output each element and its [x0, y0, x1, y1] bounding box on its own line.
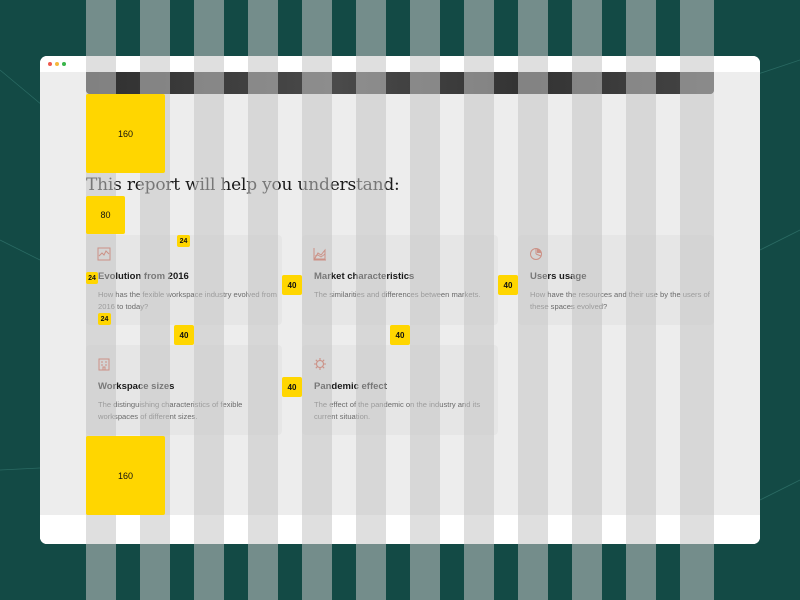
- spacing-badge-24-a: 24: [177, 235, 190, 247]
- minimize-dot-icon[interactable]: [55, 62, 59, 66]
- card-pandemic[interactable]: Pandemic effect The effect of the pandem…: [302, 345, 498, 435]
- card-title: Evolution from 2016: [98, 271, 189, 282]
- page-footer: [40, 515, 760, 544]
- card-title: Users usage: [530, 271, 587, 282]
- spacing-badge-top: 160: [86, 94, 165, 173]
- card-title: Pandemic effect: [314, 381, 387, 392]
- hero-image: [86, 72, 714, 94]
- area-chart-icon: [313, 248, 326, 261]
- spacing-badge-heading: 80: [86, 196, 125, 234]
- spacing-badge-40-row1: 40: [174, 325, 194, 345]
- card-title: Market characteristics: [314, 271, 415, 282]
- card-evolution[interactable]: Evolution from 2016 How has the fexible …: [86, 235, 282, 325]
- virus-icon: [314, 358, 326, 370]
- spacing-badge-40-row2: 40: [390, 325, 410, 345]
- close-dot-icon[interactable]: [48, 62, 52, 66]
- maximize-dot-icon[interactable]: [62, 62, 66, 66]
- card-title: Workspace sizes: [98, 381, 175, 392]
- spacing-badge-40-col3: 40: [282, 377, 302, 397]
- spacing-badge-bottom: 160: [86, 436, 165, 515]
- card-description: How has the fexible workspace industry e…: [98, 290, 277, 311]
- window-titlebar: [40, 56, 760, 72]
- card-market[interactable]: Market characteristics The similarities …: [302, 235, 498, 325]
- spacing-badge-40-col1: 40: [282, 275, 302, 295]
- card-description: How have the resources and their use by …: [530, 290, 710, 311]
- spacing-badge-24-b: 24: [86, 272, 98, 284]
- card-description: The similarities and differences between…: [314, 290, 481, 299]
- pie-chart-icon: [530, 248, 542, 260]
- card-users[interactable]: Users usage How have the resources and t…: [518, 235, 714, 325]
- report-heading: This report will help you understand:: [86, 175, 400, 195]
- card-description: The effect of the pandemic on the indust…: [314, 400, 481, 421]
- card-description: The distinguishing characteristics of fe…: [98, 400, 243, 421]
- card-workspace-sizes[interactable]: Workspace sizes The distinguishing chara…: [86, 345, 282, 435]
- line-chart-icon: [97, 247, 111, 261]
- building-icon: [98, 358, 110, 371]
- spacing-badge-24-c: 24: [98, 313, 111, 325]
- spacing-badge-40-col2: 40: [498, 275, 518, 295]
